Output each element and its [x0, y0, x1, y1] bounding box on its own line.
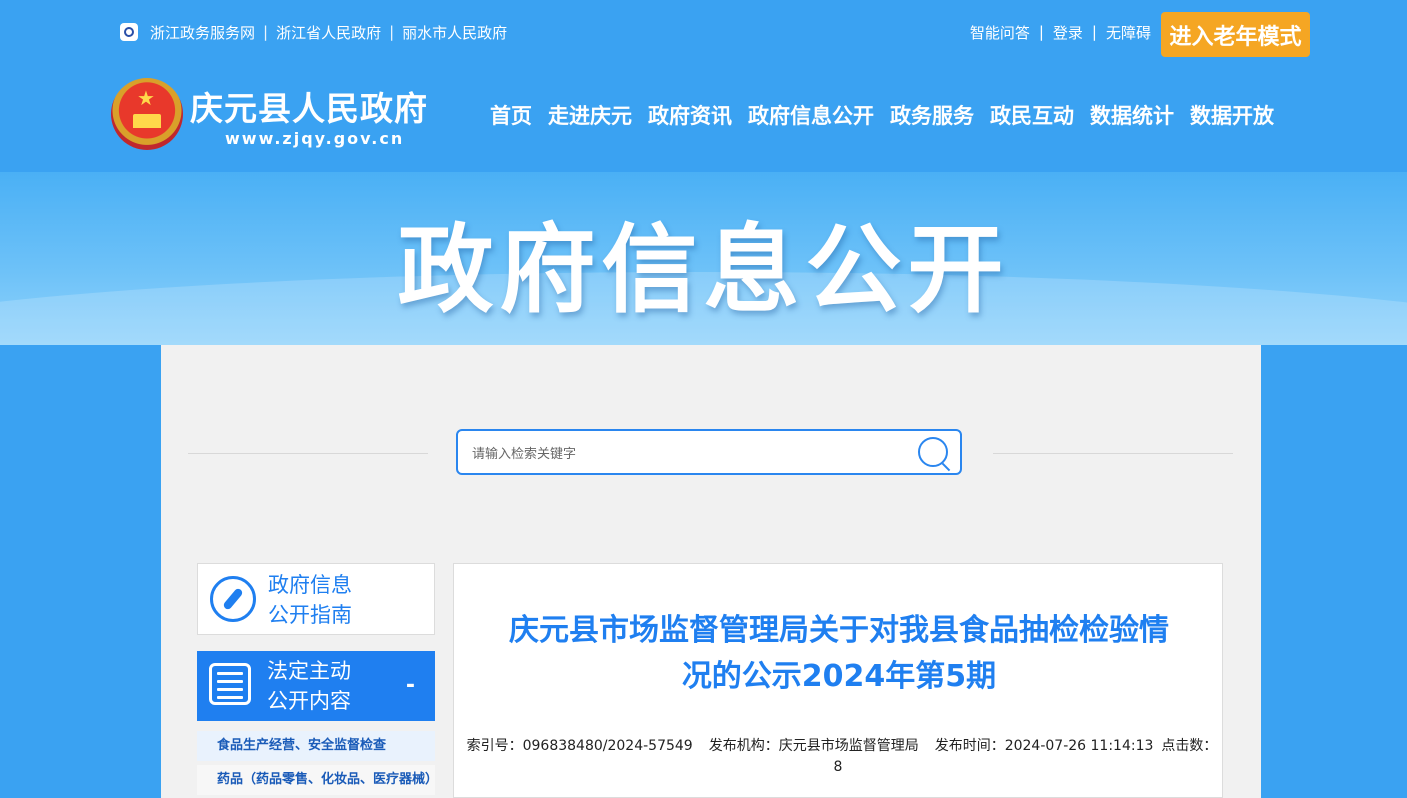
separator: |	[1091, 23, 1097, 41]
content-panel: 政府信息 公开指南 法定主动 公开内容 - 食品生产经营、安全监督检查 药品（药…	[161, 345, 1261, 798]
separator: |	[1038, 23, 1044, 41]
publish-time: 发布时间：2024-07-26 11:14:13	[934, 738, 1154, 754]
divider-right	[993, 453, 1233, 454]
smart-qa-link[interactable]: 智能问答	[970, 22, 1030, 43]
sub-item-drugs[interactable]: 药品（药品零售、化妆品、医疗器械）	[197, 765, 435, 795]
nav-home[interactable]: 首页	[490, 100, 532, 130]
zhejiang-gov-icon	[120, 23, 138, 41]
section-label: 法定主动 公开内容	[267, 656, 407, 716]
main-nav: 首页 走进庆元 政府资讯 政府信息公开 政务服务 政民互动 数据统计 数据开放	[482, 100, 1282, 130]
tiananmen-icon	[133, 114, 161, 128]
nav-statistics[interactable]: 数据统计	[1090, 100, 1174, 130]
article-title-line2: 况的公示2024年第5期	[681, 659, 997, 694]
top-link-lishui-gov[interactable]: 丽水市人民政府	[402, 22, 507, 43]
guide-label-line2: 公开指南	[268, 603, 352, 627]
site-title[interactable]: 庆元县人民政府	[190, 82, 428, 130]
nav-gov-news[interactable]: 政府资讯	[648, 100, 732, 130]
top-links: 浙江政务服务网 | 浙江省人民政府 | 丽水市人民政府	[120, 20, 507, 44]
search-input[interactable]	[470, 441, 914, 467]
statutory-disclosure-section[interactable]: 法定主动 公开内容 -	[197, 651, 435, 721]
accessibility-link[interactable]: 无障碍	[1106, 22, 1151, 43]
separator: |	[263, 23, 269, 41]
guide-label: 政府信息 公开指南	[268, 570, 428, 630]
article-detail: 庆元县市场监督管理局关于对我县食品抽检检验情 况的公示2024年第5期 索引号：…	[453, 563, 1223, 798]
article-meta: 索引号：096838480/2024-57549 发布机构：庆元县市场监督管理局发…	[456, 736, 1220, 778]
nav-about-qingyuan[interactable]: 走进庆元	[548, 100, 632, 130]
article-title-line1: 庆元县市场监督管理局关于对我县食品抽检检验情	[509, 613, 1169, 648]
top-link-zj-gov[interactable]: 浙江省人民政府	[276, 22, 381, 43]
page-banner: 政府信息公开	[0, 172, 1407, 345]
article-title: 庆元县市场监督管理局关于对我县食品抽检检验情 况的公示2024年第5期	[474, 608, 1204, 700]
list-line	[217, 688, 243, 691]
divider-left	[188, 453, 428, 454]
elder-mode-button[interactable]: 进入老年模式	[1161, 12, 1310, 57]
login-link[interactable]: 登录	[1053, 22, 1083, 43]
search-icon[interactable]	[918, 437, 948, 467]
nav-interaction[interactable]: 政民互动	[990, 100, 1074, 130]
list-line	[217, 672, 243, 675]
list-line	[217, 696, 243, 699]
top-link-zjzwfw[interactable]: 浙江政务服务网	[150, 22, 255, 43]
search-bar	[456, 429, 962, 475]
star-icon: ★	[137, 86, 155, 110]
list-icon	[209, 663, 251, 705]
compass-icon	[210, 576, 256, 622]
disclosure-guide-link[interactable]: 政府信息 公开指南	[197, 563, 435, 635]
national-emblem-icon: ★	[111, 78, 183, 150]
publisher: 发布机构：庆元县市场监督管理局	[708, 738, 919, 754]
site-url: www.zjqy.gov.cn	[225, 129, 405, 148]
nav-gov-services[interactable]: 政务服务	[890, 100, 974, 130]
collapse-icon[interactable]: -	[406, 673, 415, 698]
index-number: 索引号：096838480/2024-57549	[466, 738, 693, 754]
banner-title: 政府信息公开	[397, 214, 1010, 326]
section-label-line1: 法定主动	[267, 659, 351, 683]
list-line	[217, 680, 243, 683]
separator: |	[389, 23, 395, 41]
site-header: 浙江政务服务网 | 浙江省人民政府 | 丽水市人民政府 智能问答 | 登录 | …	[0, 0, 1407, 172]
sub-category-list: 食品生产经营、安全监督检查 药品（药品零售、化妆品、医疗器械）	[197, 731, 435, 798]
sub-item-food-safety[interactable]: 食品生产经营、安全监督检查	[197, 731, 435, 761]
nav-info-disclosure[interactable]: 政府信息公开	[748, 100, 874, 130]
section-label-line2: 公开内容	[267, 689, 351, 713]
utility-links: 智能问答 | 登录 | 无障碍	[970, 20, 1151, 44]
guide-label-line1: 政府信息	[268, 573, 352, 597]
nav-open-data[interactable]: 数据开放	[1190, 100, 1274, 130]
